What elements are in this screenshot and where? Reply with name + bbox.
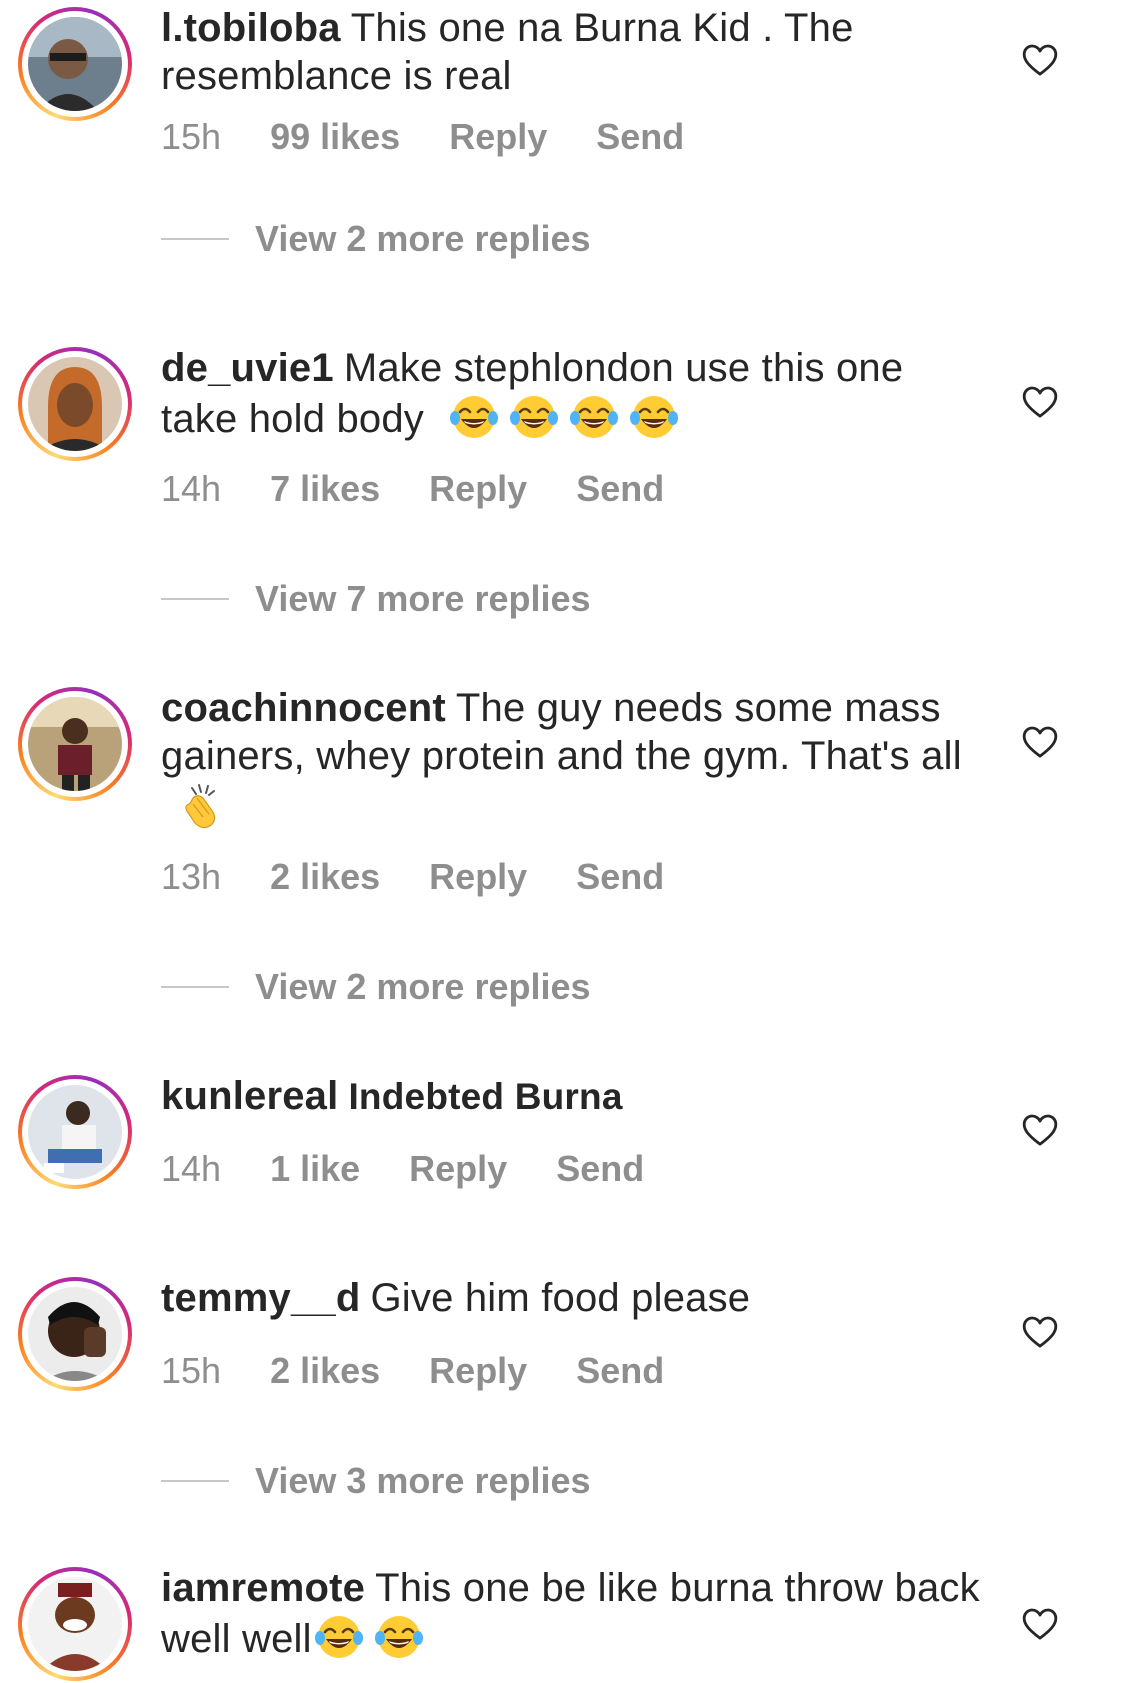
comment-text: kunlereal Indebted Burna (161, 1072, 981, 1121)
send-button[interactable]: Send (576, 1350, 664, 1392)
view-replies-button[interactable]: View 3 more replies (161, 1460, 591, 1504)
send-button[interactable]: Send (596, 116, 684, 158)
like-heart-icon[interactable] (1020, 382, 1060, 422)
divider-line (161, 598, 229, 600)
view-replies-label: View 2 more replies (255, 966, 591, 1007)
comment-text: l.tobiloba This one na Burna Kid . The re… (161, 4, 981, 100)
divider-line (161, 1480, 229, 1482)
likes-count[interactable]: 1 like (270, 1148, 360, 1190)
likes-count[interactable]: 2 likes (270, 856, 380, 898)
reply-button[interactable]: Reply (429, 856, 527, 898)
reply-button[interactable]: Reply (409, 1148, 507, 1190)
comment-body: Give him food please (370, 1276, 751, 1320)
timestamp: 13h (161, 856, 222, 897)
tears-of-joy-emoji-icon (314, 1612, 364, 1662)
like-heart-icon[interactable] (1020, 40, 1060, 80)
reply-button[interactable]: Reply (429, 468, 527, 510)
username[interactable]: kunlereal (161, 1074, 338, 1118)
send-button[interactable]: Send (576, 856, 664, 898)
view-replies-label: View 7 more replies (255, 578, 591, 619)
view-replies-label: View 3 more replies (255, 1460, 591, 1501)
avatar[interactable] (18, 687, 132, 801)
send-button[interactable]: Send (576, 468, 664, 510)
tears-of-joy-emoji-icon (569, 392, 619, 442)
tears-of-joy-emoji-icon (374, 1612, 424, 1662)
comment-text: temmy__d Give him food please (161, 1274, 981, 1322)
reply-button[interactable]: Reply (429, 1350, 527, 1392)
like-heart-icon[interactable] (1020, 1604, 1060, 1644)
comment-text: de_uvie1 Make stephlondon use this one ta… (161, 344, 981, 443)
tears-of-joy-emoji-icon (449, 392, 499, 442)
view-replies-button[interactable]: View 7 more replies (161, 578, 591, 622)
comment-meta: 15h 2 likes Reply Send (161, 1350, 713, 1392)
username[interactable]: l.tobiloba (161, 6, 341, 50)
avatar[interactable] (18, 1075, 132, 1189)
comment-text: iamremote This one be like burna throw ba… (161, 1564, 981, 1663)
avatar[interactable] (18, 347, 132, 461)
username[interactable]: iamremote (161, 1566, 365, 1610)
avatar[interactable] (18, 1277, 132, 1391)
divider-line (161, 238, 229, 240)
divider-line (161, 986, 229, 988)
reply-button[interactable]: Reply (449, 116, 547, 158)
like-heart-icon[interactable] (1020, 1110, 1060, 1150)
avatar[interactable] (18, 7, 132, 121)
like-heart-icon[interactable] (1020, 722, 1060, 762)
view-replies-label: View 2 more replies (255, 218, 591, 259)
timestamp: 15h (161, 1350, 222, 1391)
avatar[interactable] (18, 1567, 132, 1681)
timestamp: 14h (161, 468, 222, 509)
likes-count[interactable]: 99 likes (270, 116, 400, 158)
timestamp: 15h (161, 116, 222, 157)
comment-meta: 13h 2 likes Reply Send (161, 856, 713, 898)
clapping-hands-emoji-icon (175, 780, 225, 830)
username[interactable]: de_uvie1 (161, 346, 334, 390)
comment-text: coachinnocent The guy needs some mass gai… (161, 684, 981, 831)
comment-meta: 14h 7 likes Reply Send (161, 468, 713, 510)
tears-of-joy-emoji-icon (509, 392, 559, 442)
tears-of-joy-emoji-icon (629, 392, 679, 442)
likes-count[interactable]: 7 likes (270, 468, 380, 510)
likes-count[interactable]: 2 likes (270, 1350, 380, 1392)
like-heart-icon[interactable] (1020, 1312, 1060, 1352)
view-replies-button[interactable]: View 2 more replies (161, 966, 591, 1010)
username[interactable]: temmy__d (161, 1276, 360, 1320)
send-button[interactable]: Send (556, 1148, 644, 1190)
timestamp: 14h (161, 1148, 222, 1189)
comment-meta: 15h 99 likes Reply Send (161, 116, 733, 158)
comment-meta: 14h 1 like Reply Send (161, 1148, 693, 1190)
view-replies-button[interactable]: View 2 more replies (161, 218, 591, 262)
comment-body: Indebted Burna (348, 1076, 623, 1117)
username[interactable]: coachinnocent (161, 686, 446, 730)
